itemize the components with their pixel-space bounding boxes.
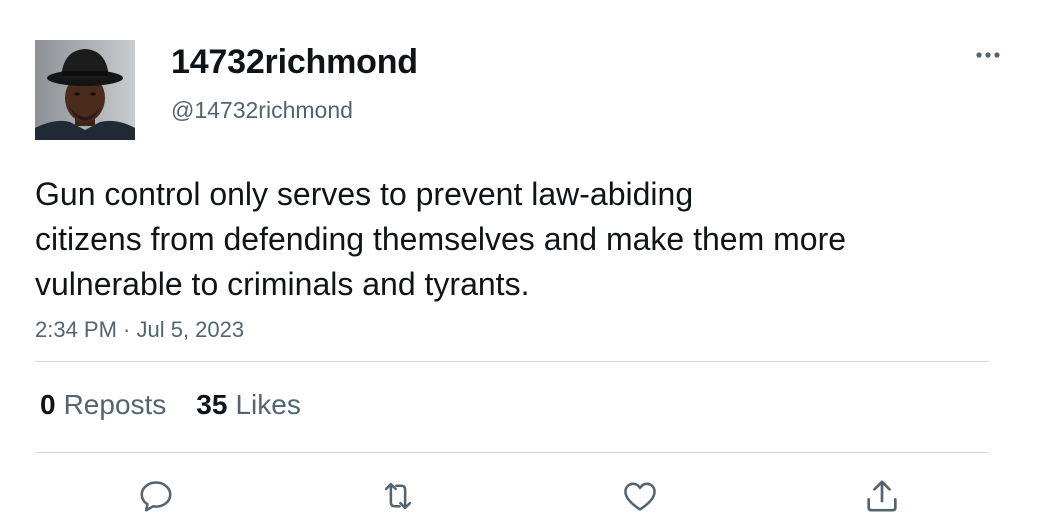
share-button[interactable] (860, 474, 904, 518)
tweet-timestamp[interactable]: 2:34 PM · Jul 5, 2023 (35, 316, 244, 344)
more-icon (976, 52, 1000, 58)
like-icon (624, 482, 656, 511)
reposts-stat[interactable]: 0 Reposts (40, 388, 166, 422)
tweet-text: Gun control only serves to prevent law-a… (35, 176, 847, 302)
engagement-stats: 0 Reposts 35 Likes (40, 388, 301, 422)
author-display-name[interactable]: 14732richmond (171, 42, 418, 82)
divider (35, 361, 989, 362)
reposts-count: 0 (40, 389, 56, 420)
like-button[interactable] (618, 474, 662, 518)
author-handle[interactable]: @14732richmond (171, 95, 353, 125)
more-options-button[interactable] (968, 40, 1008, 70)
repost-button[interactable] (376, 474, 420, 518)
repost-icon (384, 482, 412, 510)
reply-icon (140, 481, 172, 512)
likes-count: 35 (196, 389, 228, 420)
likes-label: Likes (235, 389, 301, 420)
likes-stat[interactable]: 35 Likes (196, 388, 301, 422)
avatar[interactable] (35, 40, 135, 140)
reply-button[interactable] (134, 474, 178, 518)
reposts-label: Reposts (63, 389, 167, 420)
profile-photo-icon (35, 40, 135, 140)
share-icon (867, 480, 897, 512)
tweet-card: 14732richmond @14732richmond Gun control… (0, 0, 1050, 525)
divider (35, 452, 989, 453)
